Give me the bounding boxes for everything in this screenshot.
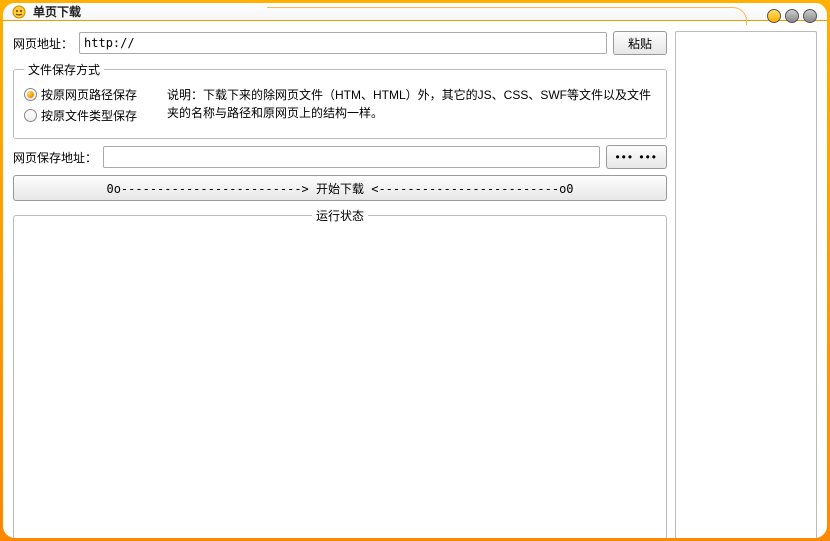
window-title: 单页下载 — [33, 3, 81, 20]
radio-icon — [24, 109, 37, 122]
save-mode-option2[interactable]: 按原文件类型保存 — [24, 107, 137, 124]
save-path-label: 网页保存地址： — [13, 149, 97, 166]
url-label: 网页地址： — [13, 35, 73, 52]
save-path-input[interactable] — [103, 146, 600, 168]
maximize-button[interactable] — [785, 9, 799, 23]
save-mode-option1[interactable]: 按原网页路径保存 — [24, 86, 137, 103]
paste-button[interactable]: 粘贴 — [613, 31, 667, 55]
minimize-button[interactable] — [767, 9, 781, 23]
browse-button[interactable]: ••• ••• — [606, 145, 667, 169]
window-controls — [767, 9, 817, 23]
radio-label: 按原网页路径保存 — [41, 86, 137, 103]
save-mode-group: 文件保存方式 按原网页路径保存 按原文件类型保存 — [13, 61, 667, 139]
close-button[interactable] — [803, 9, 817, 23]
right-pane — [675, 31, 817, 538]
titlebar: 单页下载 — [3, 3, 827, 21]
radio-label: 按原文件类型保存 — [41, 107, 137, 124]
save-path-row: 网页保存地址： ••• ••• — [13, 145, 667, 169]
save-mode-legend: 文件保存方式 — [24, 61, 104, 78]
title-decoration — [267, 7, 747, 25]
save-mode-description: 说明：下载下来的除网页文件（HTM、HTML）外，其它的JS、CSS、SWF等文… — [167, 86, 656, 128]
save-mode-radios: 按原网页路径保存 按原文件类型保存 — [24, 86, 137, 128]
status-group: 运行状态 — [13, 207, 667, 538]
outer-frame: 单页下载 网页地址： 粘贴 文件保存方式 — [0, 0, 830, 541]
start-download-button[interactable]: 0o-------------------------> 开始下载 <-----… — [13, 175, 667, 201]
status-output[interactable] — [20, 230, 660, 538]
url-row: 网页地址： 粘贴 — [13, 31, 667, 55]
save-mode-inner: 按原网页路径保存 按原文件类型保存 说明：下载下来的除网页文件（HTM、HTML… — [24, 86, 656, 128]
app-icon — [11, 4, 27, 20]
url-input[interactable] — [79, 32, 607, 54]
status-legend: 运行状态 — [312, 207, 368, 224]
radio-icon — [24, 88, 37, 101]
left-pane: 网页地址： 粘贴 文件保存方式 按原网页路径保存 — [13, 31, 667, 538]
window: 单页下载 网页地址： 粘贴 文件保存方式 — [3, 3, 827, 538]
content-area: 网页地址： 粘贴 文件保存方式 按原网页路径保存 — [3, 21, 827, 538]
